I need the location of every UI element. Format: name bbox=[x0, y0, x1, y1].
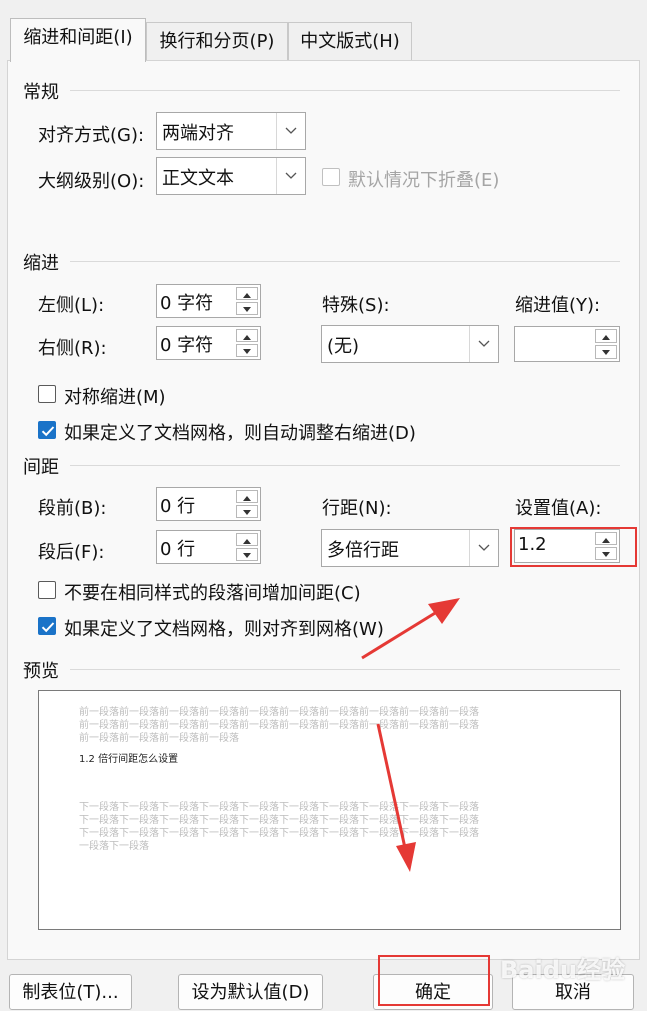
annotation-arrows bbox=[361, 598, 460, 872]
tab-indents-spacing[interactable]: 缩进和间距(I) bbox=[10, 18, 146, 62]
watermark: Baidu经验 bbox=[500, 956, 625, 984]
highlight-box bbox=[378, 955, 490, 1006]
set-default-button[interactable]: 设为默认值(D) bbox=[178, 974, 323, 1010]
tabs-button[interactable]: 制表位(T)... bbox=[9, 974, 132, 1010]
